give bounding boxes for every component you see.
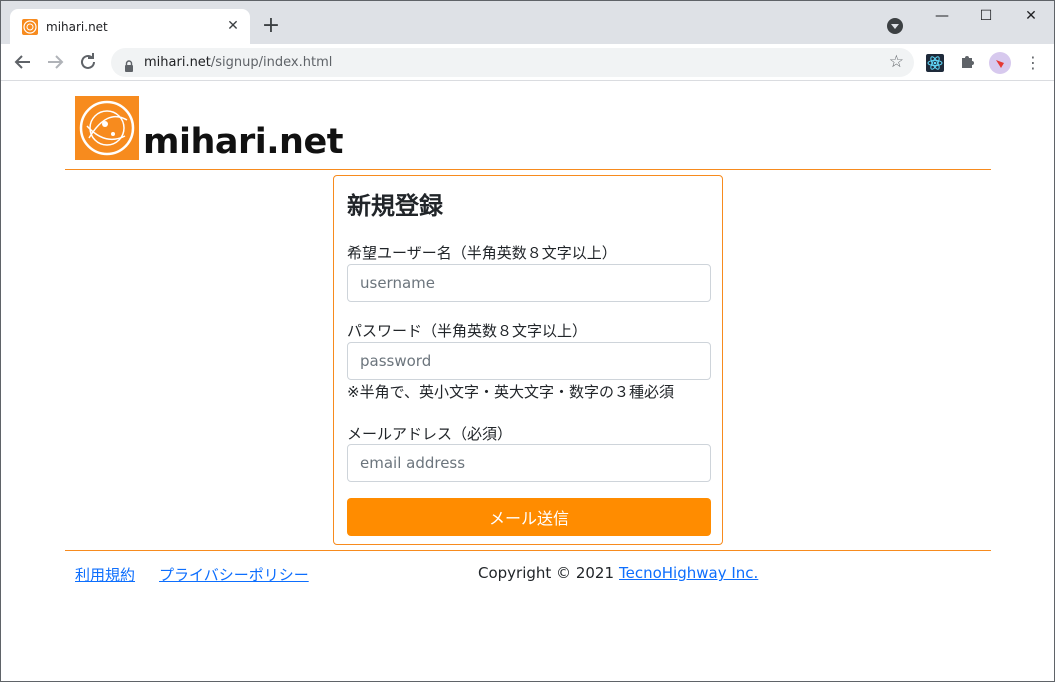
window-maximize-button[interactable]: ☐: [971, 5, 1001, 27]
tab-close-icon[interactable]: ✕: [224, 17, 242, 35]
email-label: メールアドレス（必須）: [347, 425, 513, 443]
url-path: /signup/index.html: [210, 55, 333, 70]
reload-icon[interactable]: [76, 50, 100, 74]
menu-icon[interactable]: ⋮: [1022, 52, 1044, 74]
lock-icon[interactable]: [124, 57, 134, 72]
signup-card: 新規登録 希望ユーザー名（半角英数８文字以上） パスワード（半角英数８文字以上）…: [333, 175, 723, 545]
new-tab-icon[interactable]: +: [259, 14, 283, 38]
username-input[interactable]: [347, 264, 711, 302]
logo-icon: [75, 96, 139, 160]
react-extension-icon[interactable]: [926, 54, 944, 72]
forward-icon[interactable]: [43, 50, 67, 74]
password-input[interactable]: [347, 342, 711, 380]
page-title: 新規登録: [347, 192, 443, 220]
company-link[interactable]: TecnoHighway Inc.: [619, 564, 758, 582]
window-close-button[interactable]: ✕: [1016, 5, 1046, 27]
copyright-text: Copyright © 2021: [478, 564, 615, 582]
logo-text: mihari.net: [143, 122, 343, 162]
username-label: 希望ユーザー名（半角英数８文字以上）: [347, 244, 617, 262]
window-minimize-button[interactable]: —: [927, 5, 957, 27]
send-email-button[interactable]: メール送信: [347, 498, 711, 536]
star-icon[interactable]: ☆: [889, 52, 904, 72]
puzzle-extension-icon[interactable]: [957, 52, 979, 74]
profile-avatar[interactable]: [989, 52, 1011, 74]
browser-toolbar: mihari.net/signup/index.html ☆ ⋮: [1, 44, 1054, 81]
email-input[interactable]: [347, 444, 711, 482]
header-divider: [65, 169, 991, 170]
url-host: mihari.net: [144, 55, 211, 70]
browser-tab[interactable]: mihari.net ✕: [10, 9, 250, 44]
password-label: パスワード（半角英数８文字以上）: [347, 322, 588, 340]
site-favicon-icon: [22, 19, 38, 35]
privacy-policy-link[interactable]: プライバシーポリシー: [159, 564, 309, 585]
page-content: mihari.net 新規登録 希望ユーザー名（半角英数８文字以上） パスワード…: [1, 82, 1054, 681]
tab-search-icon[interactable]: [887, 18, 903, 34]
tab-title: mihari.net: [46, 20, 108, 34]
back-icon[interactable]: [11, 50, 35, 74]
password-requirement-note: ※半角で、英小文字・英大文字・数字の３種必須: [347, 383, 674, 401]
tab-strip: mihari.net ✕ + — ☐ ✕: [1, 1, 1054, 44]
url-text: mihari.net/signup/index.html: [144, 55, 332, 70]
footer-divider: [65, 550, 991, 551]
terms-link[interactable]: 利用規約: [75, 564, 135, 585]
address-bar[interactable]: mihari.net/signup/index.html ☆: [111, 48, 914, 77]
